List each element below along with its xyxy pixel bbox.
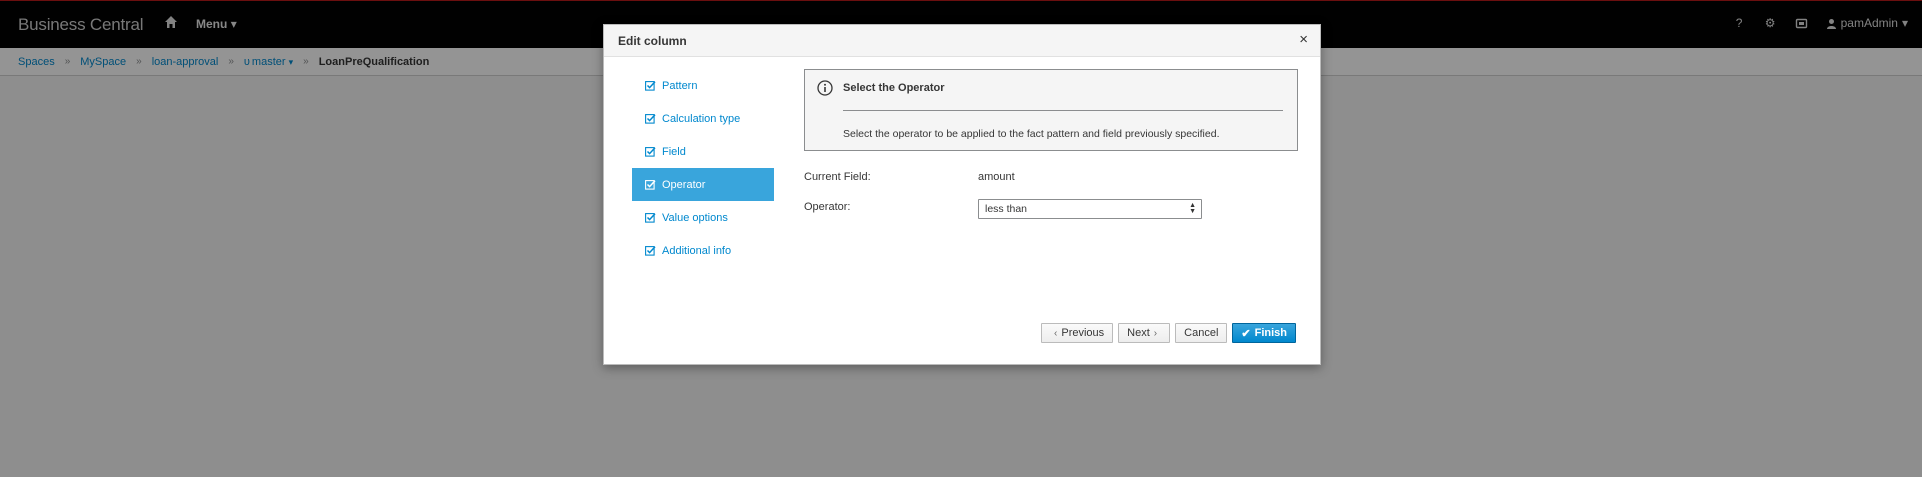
current-field-row: Current Field: amount (804, 167, 1298, 187)
info-panel: Select the Operator Select the operator … (804, 69, 1298, 151)
info-icon (817, 80, 833, 96)
wizard-step-label: Pattern (662, 79, 698, 92)
next-label: Next (1127, 327, 1150, 339)
finish-label: Finish (1254, 327, 1287, 339)
checkbox-checked-icon (645, 147, 656, 157)
edit-column-dialog: Edit column × Pattern Calculation type F… (603, 24, 1321, 365)
checkbox-checked-icon (645, 213, 656, 223)
operator-selected-value: less than (985, 203, 1028, 215)
checkbox-checked-icon (645, 180, 656, 190)
wizard-step-label: Additional info (662, 244, 732, 257)
info-text: Select the operator to be applied to the… (843, 128, 1220, 140)
wizard-content: Select the Operator Select the operator … (804, 69, 1298, 219)
close-icon[interactable]: × (1299, 32, 1308, 47)
info-title: Select the Operator (843, 82, 945, 94)
chevron-left-icon: ‹ (1054, 327, 1058, 339)
cancel-button[interactable]: Cancel (1175, 323, 1228, 343)
finish-button[interactable]: ✔ Finish (1232, 323, 1296, 343)
wizard-step-value-options[interactable]: Value options (632, 201, 774, 234)
wizard-step-label: Operator (662, 178, 706, 191)
current-field-label: Current Field: (804, 171, 871, 183)
wizard-step-calculation-type[interactable]: Calculation type (632, 102, 774, 135)
wizard-step-pattern[interactable]: Pattern (632, 69, 774, 102)
modal-header: Edit column × (604, 25, 1320, 57)
operator-select[interactable]: less than ▲ ▼ (978, 199, 1202, 219)
modal-footer: ‹ Previous Next › Cancel ✔ Finish (1041, 323, 1296, 343)
check-icon: ✔ (1241, 327, 1251, 340)
wizard-step-operator[interactable]: Operator (632, 168, 774, 201)
wizard-step-field[interactable]: Field (632, 135, 774, 168)
checkbox-checked-icon (645, 114, 656, 124)
wizard-step-additional-info[interactable]: Additional info (632, 234, 774, 267)
checkbox-checked-icon (645, 246, 656, 256)
chevron-right-icon: › (1153, 327, 1158, 339)
wizard-steps: Pattern Calculation type Field Operator … (632, 69, 774, 267)
wizard-step-label: Calculation type (662, 112, 741, 125)
previous-button[interactable]: ‹ Previous (1041, 323, 1114, 343)
wizard-step-label: Value options (662, 211, 728, 224)
info-divider (843, 110, 1283, 111)
modal-title: Edit column (618, 34, 687, 48)
previous-label: Previous (1061, 327, 1105, 339)
cancel-label: Cancel (1184, 327, 1219, 339)
wizard-step-label: Field (662, 145, 686, 158)
current-field-value: amount (978, 171, 1015, 183)
operator-label: Operator: (804, 201, 851, 213)
select-arrows-icon: ▲ ▼ (1189, 202, 1196, 215)
next-button[interactable]: Next › (1118, 323, 1171, 343)
checkbox-checked-icon (645, 81, 656, 91)
operator-row: Operator: less than ▲ ▼ (804, 197, 1298, 219)
